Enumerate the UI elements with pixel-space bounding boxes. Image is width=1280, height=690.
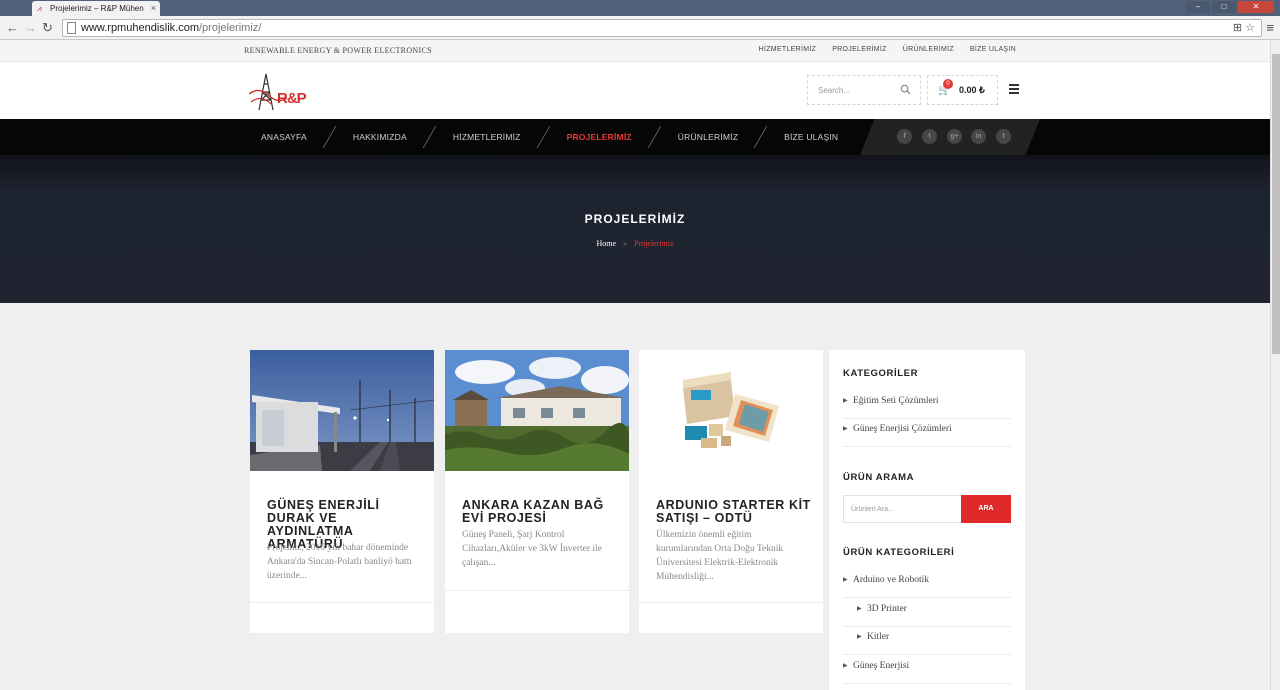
product-subcategory-item[interactable]: ▶ Kitler [843, 627, 1011, 655]
caret-right-icon: ▶ [843, 426, 848, 432]
hamburger-menu-icon[interactable] [1009, 84, 1019, 96]
site-header: R&P Search... 🛒 0 0.00 ₺ [0, 62, 1270, 119]
breadcrumb: Home » Projelerimiz [0, 239, 1270, 248]
categories-heading: KATEGORİLER [843, 368, 919, 379]
product-categories-heading: ÜRÜN KATEGORİLERİ [843, 547, 955, 558]
project-excerpt: Ülkemizin önemli eğitim kurumlarından Or… [656, 530, 784, 582]
project-title[interactable]: ANKARA KAZAN BAĞ EVİ PROJESİ [462, 499, 617, 525]
site-tagline: RENEWABLE ENERGY & POWER ELECTRONICS [244, 46, 432, 55]
minimize-icon[interactable]: – [1186, 1, 1210, 13]
browser-tab[interactable]: ⩘ Projelerimiz – R&P Mühen × [32, 1, 160, 16]
maximize-icon[interactable]: □ [1212, 1, 1236, 13]
nav-separator [424, 119, 436, 155]
card-divider [639, 602, 823, 603]
project-image-house[interactable] [445, 350, 629, 471]
top-bar: RENEWABLE ENERGY & POWER ELECTRONICS HİZ… [0, 40, 1270, 62]
page-scrollbar[interactable] [1270, 40, 1280, 690]
tab-close-icon[interactable]: × [151, 3, 156, 13]
project-card[interactable]: GÜNEŞ ENERJİLİ DURAK VE AYDINLATMA ARMAT… [250, 350, 434, 633]
google-plus-icon[interactable]: g+ [947, 129, 962, 144]
toplink-hizmetlerimiz[interactable]: HİZMETLERİMİZ [759, 46, 817, 53]
project-excerpt: Projemiz, 2016 yılı bahar döneminde Anka… [267, 543, 412, 581]
caret-right-icon: ▶ [857, 606, 862, 612]
product-search-button[interactable]: ARA [961, 495, 1011, 523]
forward-arrow-icon[interactable]: → [24, 20, 37, 36]
linkedin-icon[interactable]: in [971, 129, 986, 144]
translate-star-icons[interactable]: ⊞ ☆ [1233, 21, 1255, 34]
nav-urunlerimiz[interactable]: ÜRÜNLERİMİZ [661, 119, 755, 155]
project-excerpt: Güneş Paneli, Şarj Kontrol Cihazları,Akü… [462, 530, 602, 568]
nav-hizmetlerimiz[interactable]: HİZMETLERİMİZ [436, 119, 538, 155]
top-links: HİZMETLERİMİZ PROJELERİMİZ ÜRÜNLERİMİZ B… [759, 46, 1016, 53]
logo-text: R&P [277, 90, 307, 107]
nav-anasayfa[interactable]: ANASAYFA [244, 119, 324, 155]
sidebar: KATEGORİLER ▶ Eğitim Seti Çözümleri ▶ Gü… [829, 350, 1025, 690]
search-field[interactable]: Search... [807, 75, 921, 105]
page-icon [67, 22, 76, 34]
breadcrumb-home[interactable]: Home [596, 239, 616, 248]
social-bar: f t g+ in t [860, 119, 1040, 155]
card-divider [250, 602, 434, 603]
nav-separator [649, 119, 661, 155]
cart-total: 0.00 ₺ [959, 85, 985, 95]
reload-icon[interactable]: ↻ [42, 20, 53, 36]
site-favicon-icon: ⩘ [37, 4, 42, 13]
caret-right-icon: ▶ [857, 634, 862, 640]
page-banner: PROJELERİMİZ Home » Projelerimiz [0, 155, 1270, 303]
nav-hakkimizda[interactable]: HAKKIMIZDA [336, 119, 424, 155]
twitter-icon[interactable]: t [922, 129, 937, 144]
product-subcategory-item[interactable]: ▶ 3D Printer [843, 599, 1011, 627]
caret-right-icon: ▶ [843, 398, 848, 404]
nav-separator [324, 119, 336, 155]
tumblr-icon[interactable]: t [996, 129, 1011, 144]
back-arrow-icon[interactable]: ← [6, 20, 19, 36]
category-item[interactable]: ▶ Güneş Enerjisi Çözümleri [843, 419, 1011, 447]
nav-projelerimiz[interactable]: PROJELERİMİZ [550, 119, 649, 155]
window-close-icon[interactable]: ✕ [1238, 1, 1274, 13]
search-icon[interactable] [900, 84, 911, 95]
toplink-bize-ulasin[interactable]: BİZE ULAŞIN [970, 46, 1016, 53]
product-category-item[interactable]: ▶ Arduino ve Robotik [843, 570, 1011, 598]
nav-separator [755, 119, 767, 155]
site-logo[interactable]: R&P [248, 70, 309, 112]
toplink-projelerimiz[interactable]: PROJELERİMİZ [832, 46, 887, 53]
toplink-urunlerimiz[interactable]: ÜRÜNLERİMİZ [903, 46, 954, 53]
address-url: www.rpmuhendislik.com/projelerimiz/ [81, 22, 262, 34]
cart-widget[interactable]: 🛒 0 0.00 ₺ [927, 75, 998, 105]
caret-right-icon: ▶ [843, 577, 848, 583]
nav-bize-ulasin[interactable]: BİZE ULAŞIN [767, 119, 855, 155]
caret-right-icon: ▶ [843, 663, 848, 669]
browser-menu-icon[interactable]: ≡ [1266, 20, 1274, 35]
project-title[interactable]: ARDUNIO STARTER KİT SATIŞI – ODTÜ [656, 499, 811, 525]
breadcrumb-current: Projelerimiz [634, 239, 674, 248]
facebook-icon[interactable]: f [897, 129, 912, 144]
browser-toolbar: ← → ↻ www.rpmuhendislik.com/projelerimiz… [0, 16, 1280, 40]
card-divider [445, 590, 629, 591]
address-bar[interactable]: www.rpmuhendislik.com/projelerimiz/ ⊞ ☆ [62, 19, 1262, 37]
main-nav: ANASAYFA HAKKIMIZDA HİZMETLERİMİZ PROJEL… [0, 119, 1270, 155]
nav-items: ANASAYFA HAKKIMIZDA HİZMETLERİMİZ PROJEL… [244, 119, 855, 155]
category-item[interactable]: ▶ Eğitim Seti Çözümleri [843, 391, 1011, 419]
project-image-bus-stop[interactable] [250, 350, 434, 471]
tab-title: Projelerimiz – R&P Mühen [50, 4, 144, 13]
project-image-arduino-kit[interactable] [639, 350, 823, 471]
window-controls: – □ ✕ [1186, 1, 1274, 15]
scrollbar-thumb[interactable] [1272, 54, 1280, 354]
product-search-heading: ÜRÜN ARAMA [843, 472, 915, 483]
cart-count-badge: 0 [943, 79, 953, 89]
product-search-input[interactable]: Ürünleri Ara... [843, 495, 963, 523]
breadcrumb-separator: » [623, 239, 627, 248]
product-category-item[interactable]: ▶ Güneş Enerjisi [843, 656, 1011, 684]
search-placeholder: Search... [818, 86, 851, 95]
project-card[interactable]: ANKARA KAZAN BAĞ EVİ PROJESİ Güneş Panel… [445, 350, 629, 633]
page-title: PROJELERİMİZ [584, 212, 686, 226]
nav-separator [538, 119, 550, 155]
browser-tabstrip: ⩘ Projelerimiz – R&P Mühen × – □ ✕ [0, 0, 1280, 16]
product-search-placeholder: Ürünleri Ara... [851, 506, 894, 513]
project-card[interactable]: ARDUNIO STARTER KİT SATIŞI – ODTÜ Ülkemi… [639, 350, 823, 633]
